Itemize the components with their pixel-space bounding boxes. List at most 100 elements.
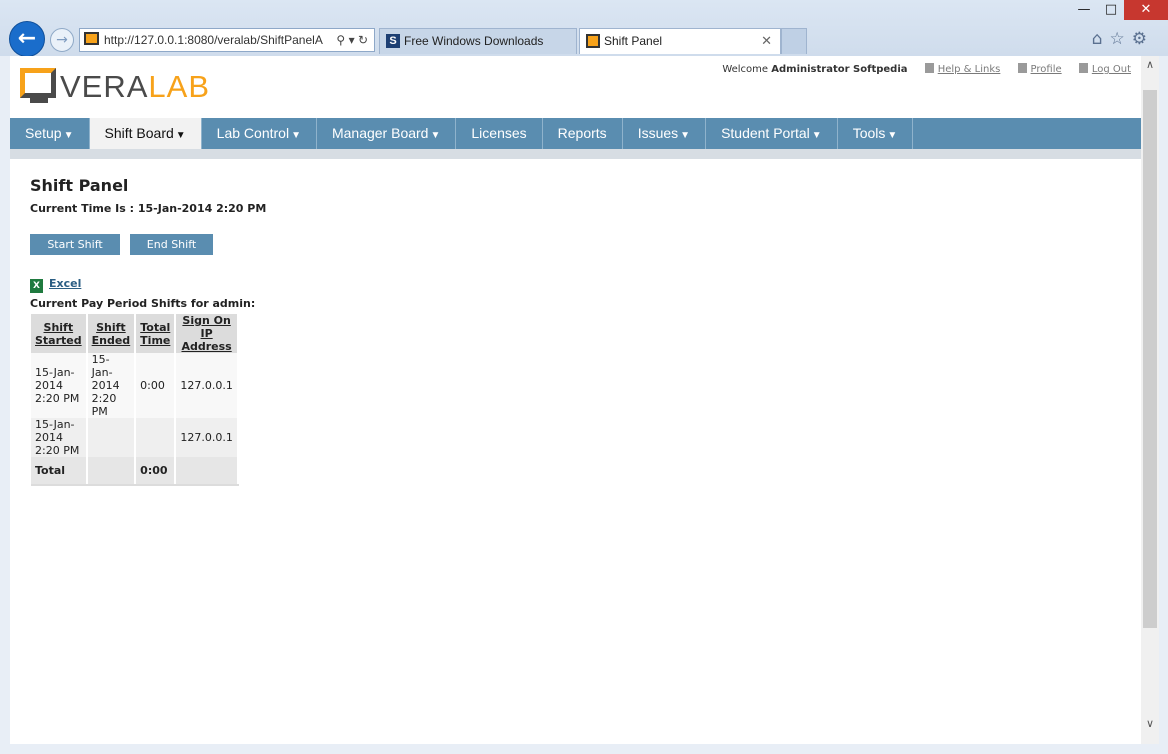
menu-label: Lab Control xyxy=(216,125,290,141)
gear-icon[interactable]: ⚙ xyxy=(1132,29,1154,49)
tab-close-icon[interactable]: ✕ xyxy=(761,29,772,53)
start-shift-button[interactable]: Start Shift xyxy=(30,234,120,255)
help-icon xyxy=(924,63,934,73)
menu-label: Shift Board xyxy=(104,125,174,141)
logo-lab: LAB xyxy=(148,69,211,104)
cell-total-time xyxy=(135,418,177,457)
logout-label: Log Out xyxy=(1091,64,1131,75)
menu-divider-band xyxy=(10,149,1141,159)
current-time: Current Time Is : 15-Jan-2014 2:20 PM xyxy=(30,202,267,215)
logo-wordmark: VERALAB xyxy=(60,70,210,104)
menu-label: Student Portal xyxy=(721,125,810,141)
logout-link[interactable]: Log Out xyxy=(1078,63,1131,75)
tab-label: Shift Panel xyxy=(604,34,663,48)
new-tab-button[interactable] xyxy=(781,28,807,54)
veralab-icon xyxy=(586,34,600,48)
menu-shift-board[interactable]: Shift Board ▼ xyxy=(89,118,202,149)
monitor-stand xyxy=(30,98,48,103)
cell-shift-started: 15-Jan-2014 2:20 PM xyxy=(31,353,88,418)
excel-export-link[interactable]: Excel xyxy=(49,277,81,290)
menu-setup[interactable]: Setup ▼ xyxy=(10,118,90,149)
scroll-up-icon[interactable]: ∧ xyxy=(1141,58,1159,71)
cell-shift-ended xyxy=(86,418,137,457)
browser-toolbar-icons: ⌂☆⚙ xyxy=(1092,29,1154,49)
shifts-table: Shift Started Shift Ended Total Time Sig… xyxy=(31,314,239,486)
menu-licenses[interactable]: Licenses xyxy=(456,118,543,149)
tab-label: Free Windows Downloads xyxy=(404,34,544,48)
forward-button[interactable]: → xyxy=(50,28,74,52)
pay-period-caption: Current Pay Period Shifts for admin: xyxy=(30,297,256,310)
favorites-star-icon[interactable]: ☆ xyxy=(1110,29,1132,49)
end-shift-button[interactable]: End Shift xyxy=(130,234,213,255)
cell-total-time: 0:00 xyxy=(135,353,177,418)
menu-tools[interactable]: Tools ▼ xyxy=(838,118,914,149)
tab-free-windows-downloads[interactable]: S Free Windows Downloads xyxy=(379,28,577,54)
user-icon xyxy=(1017,63,1027,73)
caret-down-icon: ▼ xyxy=(430,130,441,141)
table-row: 15-Jan-2014 2:20 PM 127.0.0.1 xyxy=(31,418,239,457)
cell-date: 15-Jan-2014 xyxy=(35,418,75,444)
profile-link[interactable]: Profile xyxy=(1017,63,1062,75)
caret-down-icon: ▼ xyxy=(175,130,186,141)
site-favicon-icon xyxy=(84,32,99,45)
menu-reports[interactable]: Reports xyxy=(543,118,623,149)
excel-icon: X xyxy=(30,279,43,293)
home-icon[interactable]: ⌂ xyxy=(1092,29,1110,49)
table-total-row: Total 0:00 xyxy=(31,457,239,486)
menu-label: Setup xyxy=(25,125,62,141)
cell-date: 15-Jan-2014 xyxy=(91,353,120,392)
back-button[interactable]: ← xyxy=(9,21,45,57)
menu-label: Tools xyxy=(852,125,886,141)
total-label: Total xyxy=(31,457,88,486)
scroll-thumb[interactable] xyxy=(1143,90,1157,628)
total-empty-cell xyxy=(86,457,137,486)
column-header-total-time[interactable]: Total Time xyxy=(135,314,177,353)
tab-shift-panel[interactable]: Shift Panel ✕ xyxy=(579,28,781,54)
caret-down-icon: ▼ xyxy=(887,130,898,141)
address-url: http://127.0.0.1:8080/veralab/ShiftPanel… xyxy=(104,33,323,47)
close-button[interactable]: ✕ xyxy=(1124,0,1168,20)
menu-issues[interactable]: Issues ▼ xyxy=(623,118,707,149)
address-tools: ⚲ ▾ ↻ xyxy=(336,29,368,51)
cell-date: 15-Jan-2014 xyxy=(35,366,75,392)
menu-label: Manager Board xyxy=(331,125,429,141)
cell-time: 2:20 PM xyxy=(91,392,117,418)
menu-lab-control[interactable]: Lab Control ▼ xyxy=(202,118,317,149)
dropdown-icon[interactable]: ▾ xyxy=(349,33,355,47)
menu-label: Reports xyxy=(557,125,607,141)
help-label: Help & Links xyxy=(937,64,1001,75)
table-row: 15-Jan-2014 2:20 PM 15-Jan-2014 2:20 PM 0:… xyxy=(31,353,239,418)
logo-vera: VERA xyxy=(60,69,149,104)
help-links-link[interactable]: Help & Links xyxy=(924,63,1001,75)
logout-icon xyxy=(1078,63,1088,73)
column-header-shift-started[interactable]: Shift Started xyxy=(31,314,88,353)
menu-label: Issues xyxy=(637,125,679,141)
vertical-scrollbar[interactable]: ∧ ∨ xyxy=(1141,56,1159,744)
caret-down-icon: ▼ xyxy=(291,130,301,141)
page-title: Shift Panel xyxy=(30,176,129,195)
menu-student-portal[interactable]: Student Portal ▼ xyxy=(706,118,838,149)
refresh-icon[interactable]: ↻ xyxy=(358,33,368,47)
user-name: Administrator Softpedia xyxy=(771,64,908,75)
search-icon[interactable]: ⚲ xyxy=(336,33,345,47)
minimize-button[interactable]: — xyxy=(1070,0,1098,20)
cell-ip-address: 127.0.0.1 xyxy=(175,418,239,457)
column-header-shift-ended[interactable]: Shift Ended xyxy=(86,314,137,353)
cell-time: 2:20 PM xyxy=(35,392,80,405)
table-header-row: Shift Started Shift Ended Total Time Sig… xyxy=(31,314,239,353)
menu-manager-board[interactable]: Manager Board ▼ xyxy=(317,118,457,149)
address-bar[interactable]: http://127.0.0.1:8080/veralab/ShiftPanel… xyxy=(79,28,375,52)
profile-label: Profile xyxy=(1030,64,1062,75)
cell-shift-ended: 15-Jan-2014 2:20 PM xyxy=(86,353,137,418)
caret-down-icon: ▼ xyxy=(680,130,691,141)
main-menu: Setup ▼ Shift Board ▼ Lab Control ▼ Manager… xyxy=(10,118,1141,149)
monitor-logo-icon xyxy=(20,68,56,98)
softpedia-icon: S xyxy=(386,34,400,48)
scroll-down-icon[interactable]: ∨ xyxy=(1141,717,1159,730)
cell-ip-address: 127.0.0.1 xyxy=(175,353,239,418)
cell-shift-started: 15-Jan-2014 2:20 PM xyxy=(31,418,88,457)
column-header-ip-address[interactable]: Sign On IP Address xyxy=(175,314,239,353)
user-bar: Welcome Administrator Softpedia Help & L… xyxy=(722,63,1131,75)
page-viewport: VERALAB Welcome Administrator Softpedia … xyxy=(10,56,1141,744)
maximize-button[interactable]: □ xyxy=(1098,0,1124,20)
